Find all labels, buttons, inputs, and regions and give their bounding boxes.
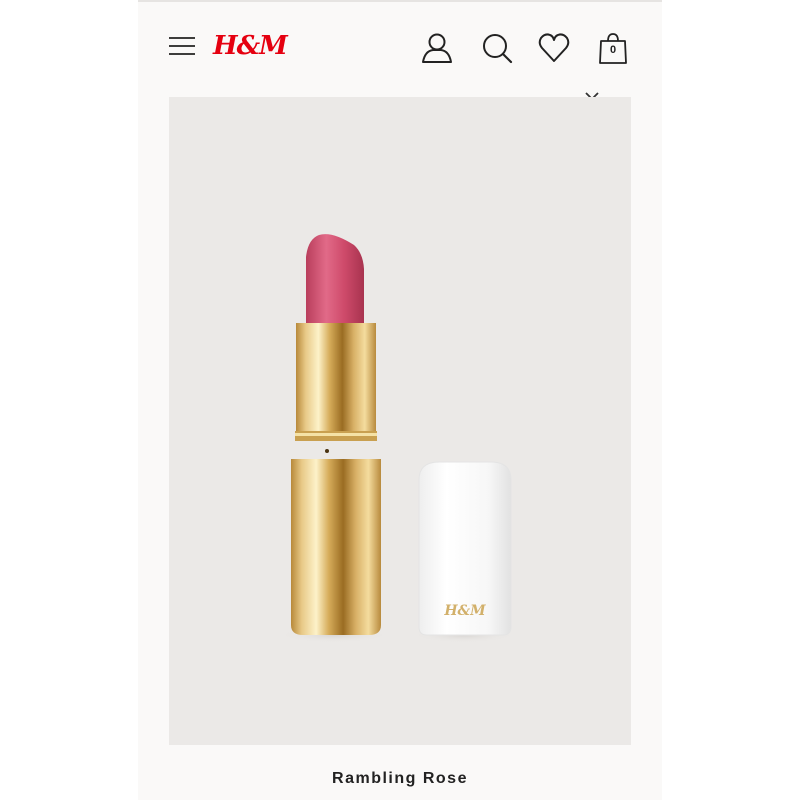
search-icon[interactable]	[480, 31, 514, 65]
heart-icon[interactable]	[537, 31, 571, 65]
account-icon[interactable]	[420, 31, 454, 65]
product-name[interactable]: Rambling Rose	[138, 770, 662, 788]
product-image[interactable]: H&M	[169, 97, 631, 745]
lipstick-illustration: H&M	[279, 234, 516, 643]
lipstick-sleeve	[296, 323, 376, 435]
product-page: H&M 0 H&M Rambling Rose	[138, 0, 662, 800]
bag-button[interactable]: 0	[598, 31, 628, 65]
logo-text: H&M	[213, 31, 288, 61]
lipstick-base	[291, 459, 381, 635]
lipstick-bullet	[306, 234, 364, 325]
brand-logo[interactable]: H&M	[213, 30, 288, 62]
bag-count: 0	[609, 44, 617, 56]
menu-icon[interactable]	[168, 35, 196, 57]
cap-logo: H&M	[443, 603, 486, 619]
site-header: H&M 0	[138, 0, 662, 101]
